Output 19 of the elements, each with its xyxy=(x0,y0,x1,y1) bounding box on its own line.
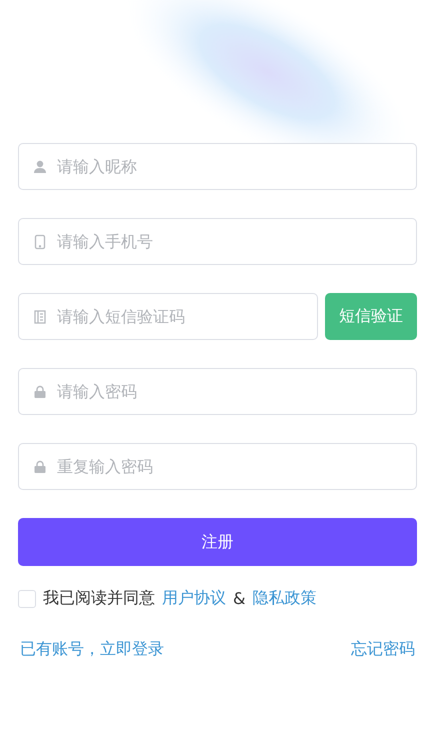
input-field[interactable]: 请输入手机号 xyxy=(18,218,417,265)
person-icon xyxy=(32,159,48,175)
agreement-link[interactable]: 用户协议 xyxy=(162,588,226,609)
lock-icon xyxy=(32,459,48,475)
input-field[interactable]: 请输入昵称 xyxy=(18,143,417,190)
agreement-link[interactable]: 隐私政策 xyxy=(252,588,316,609)
document-icon xyxy=(32,309,48,325)
checkbox[interactable] xyxy=(18,590,36,608)
ampersand-text: & xyxy=(233,589,246,608)
sms-code-button[interactable]: 短信验证 xyxy=(325,293,417,340)
register-button[interactable]: 注册 xyxy=(18,518,417,566)
agreement-text: 我已阅读并同意 xyxy=(43,588,155,609)
input-field[interactable]: 重复输入密码 xyxy=(18,443,417,490)
lock-icon xyxy=(32,384,48,400)
input-field[interactable]: 请输入短信验证码 xyxy=(18,293,318,340)
forgot-password-link[interactable]: 忘记密码 xyxy=(351,639,415,660)
input-field[interactable]: 请输入密码 xyxy=(18,368,417,415)
login-link[interactable]: 已有账号，立即登录 xyxy=(20,639,164,660)
phone-icon xyxy=(32,234,48,250)
